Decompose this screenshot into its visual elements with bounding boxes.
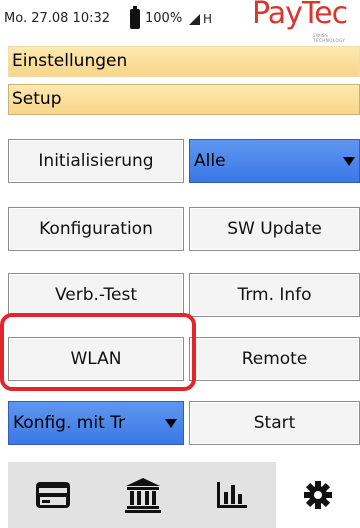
sw-update-button[interactable]: SW Update xyxy=(189,207,360,251)
initialisierung-button[interactable]: Initialisierung xyxy=(8,139,184,183)
gear-icon xyxy=(304,481,332,509)
signal-icon xyxy=(189,14,200,25)
battery-icon xyxy=(130,6,140,29)
nav-reports[interactable] xyxy=(188,462,276,528)
konfig-select[interactable]: Konfig. mit Tr xyxy=(8,401,184,445)
remote-button[interactable]: Remote xyxy=(189,337,360,381)
dropdown-arrow-icon xyxy=(343,157,355,166)
nav-bank[interactable] xyxy=(98,462,188,528)
logo-subtitle: SWISS TECHNOLOGY xyxy=(313,33,346,43)
paytec-logo: PayTec xyxy=(252,0,348,31)
dropdown-arrow-icon xyxy=(165,419,177,428)
konfiguration-button[interactable]: Konfiguration xyxy=(8,207,184,251)
bank-icon xyxy=(125,478,161,513)
credit-card-icon xyxy=(36,482,70,508)
alle-select[interactable]: Alle xyxy=(189,139,360,183)
wlan-highlight-frame xyxy=(0,313,196,391)
status-datetime: Mo. 27.08 10:32 xyxy=(4,11,111,26)
page-title: Einstellungen xyxy=(8,46,360,77)
bar-chart-icon xyxy=(217,482,247,508)
status-bar: Mo. 27.08 10:32 100% H PayTec SWISS TECH… xyxy=(0,0,360,43)
alle-select-value: Alle xyxy=(194,151,226,171)
section-title: Setup xyxy=(8,84,360,115)
nav-settings[interactable] xyxy=(276,462,360,528)
konfig-select-value: Konfig. mit Tr xyxy=(13,413,126,433)
battery-level: 100% xyxy=(145,11,183,26)
network-type: H xyxy=(203,12,213,26)
start-button[interactable]: Start xyxy=(189,401,360,445)
verb-test-button[interactable]: Verb.-Test xyxy=(8,273,184,317)
bottom-nav xyxy=(0,462,360,528)
nav-payment[interactable] xyxy=(8,462,98,528)
trm-info-button[interactable]: Trm. Info xyxy=(189,273,360,317)
